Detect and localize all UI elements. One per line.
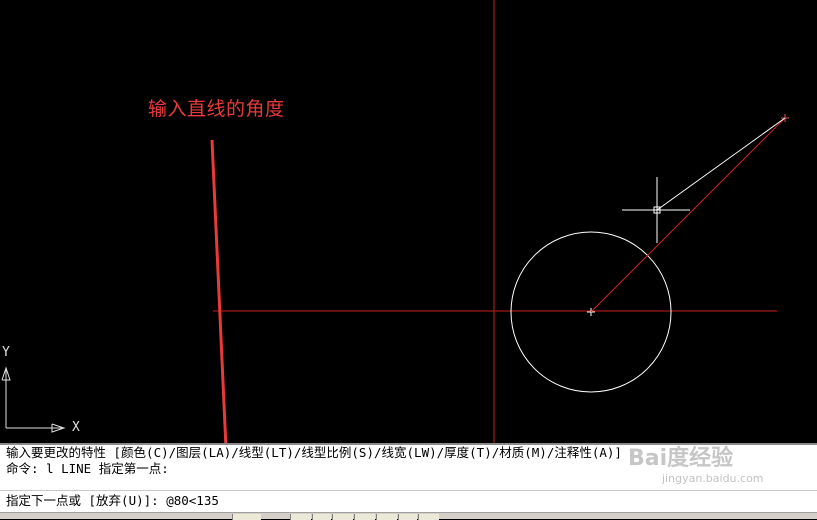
status-toggle-button[interactable] bbox=[332, 514, 353, 520]
status-toggle-button[interactable] bbox=[398, 514, 417, 520]
status-toggle-button[interactable] bbox=[354, 514, 375, 520]
watermark-logo: Bai度经验 bbox=[628, 446, 734, 471]
ucs-icon bbox=[1, 366, 66, 433]
status-toggle-button[interactable] bbox=[418, 514, 439, 520]
drawing-canvas[interactable]: 输入直线的角度 Y X bbox=[0, 0, 817, 443]
annotation-label: 输入直线的角度 bbox=[148, 98, 285, 120]
status-toggle-button[interactable] bbox=[376, 514, 397, 520]
ucs-x-label: X bbox=[72, 420, 80, 435]
ucs-y-label: Y bbox=[2, 345, 10, 360]
line-preview-red bbox=[590, 117, 786, 313]
status-toggle-button[interactable] bbox=[290, 514, 311, 520]
watermark-site: jingyan.baidu.com bbox=[662, 472, 764, 485]
status-bar bbox=[0, 512, 817, 520]
status-toggle-button[interactable] bbox=[232, 514, 261, 520]
drawing-svg[interactable] bbox=[0, 0, 817, 443]
annotation-arrow bbox=[210, 139, 228, 443]
cursor-crosshair-icon bbox=[622, 177, 690, 243]
watermark: Bai度经验 jingyan.baidu.com bbox=[628, 438, 808, 508]
line-preview-white bbox=[656, 117, 786, 211]
status-toggle-button[interactable] bbox=[312, 514, 331, 520]
